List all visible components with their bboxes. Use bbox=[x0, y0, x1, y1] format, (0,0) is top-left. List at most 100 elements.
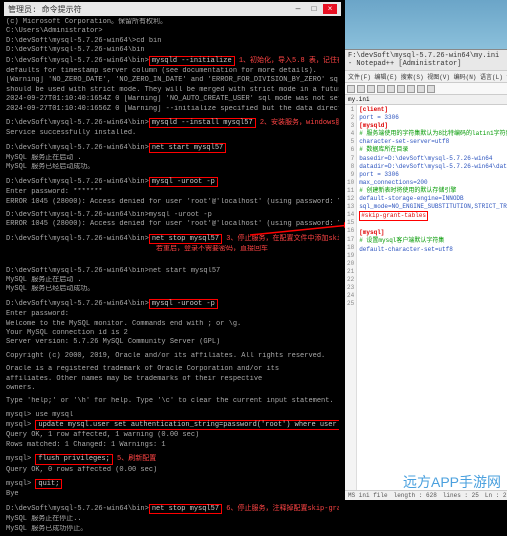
cmd-login2: mysql -uroot -p bbox=[149, 299, 218, 309]
terminal-content[interactable]: (c) Microsoft Corporation。保留所有权利。 C:\Use… bbox=[4, 16, 341, 536]
cmd-update-pwd: update mysql.user set authentication_str… bbox=[35, 420, 339, 430]
output-line: should be used with strict mode. They wi… bbox=[6, 86, 339, 94]
output-line: Query OK, 1 row affected, 1 warning (0.0… bbox=[6, 431, 339, 439]
cmd-row: D:\devSoft\mysql-5.7.26-win64\bin>net st… bbox=[6, 234, 339, 244]
code-line: sql_mode=NO_ENGINE_SUBSTITUTION,STRICT_T… bbox=[359, 203, 507, 211]
code-line: # 服务端使用的字符集默认为8比特编码的latin1字符集 bbox=[359, 130, 507, 138]
cmd-install: mysqld --install mysql57 bbox=[149, 118, 256, 128]
paste-icon[interactable] bbox=[407, 85, 415, 93]
status-filetype: MS ini file bbox=[348, 492, 388, 499]
output-line: D:\devSoft\mysql-5.7.26-win64\bin>net st… bbox=[6, 267, 339, 275]
watermark-text: 远方APP手游网 bbox=[403, 472, 501, 492]
output-line: MySQL 服务已经启动成功。 bbox=[6, 163, 339, 171]
window-controls: — □ × bbox=[291, 4, 337, 14]
output-line: defaults for timestamp server column (se… bbox=[6, 67, 339, 75]
output-line: 2024-09-27T01:10:40:1654Z 0 [Warning] 'N… bbox=[6, 95, 339, 103]
cmd-flush: flush privileges; bbox=[35, 454, 112, 464]
note-5: 5、刷新配置 bbox=[117, 455, 156, 463]
note-3: 3、停止服务，在配置文件中添加skip-grant-tables， bbox=[226, 235, 339, 243]
cmd-row: mysql> flush privileges; 5、刷新配置 bbox=[6, 454, 339, 464]
code-line: [client] bbox=[359, 106, 507, 114]
terminal-title-bar: 管理员: 命令提示符 — □ × bbox=[4, 2, 341, 16]
output-line: mysql> use mysql bbox=[6, 411, 339, 419]
save-all-icon[interactable] bbox=[377, 85, 385, 93]
open-file-icon[interactable] bbox=[357, 85, 365, 93]
output-line: owners. bbox=[6, 384, 339, 392]
close-button[interactable]: × bbox=[323, 4, 337, 14]
prompt-line: C:\Users\Administrator> bbox=[6, 27, 339, 35]
new-file-icon[interactable] bbox=[347, 85, 355, 93]
cmd-row: mysql> update mysql.user set authenticat… bbox=[6, 420, 339, 430]
output-line: Type 'help;' or '\h' for help. Type '\c'… bbox=[6, 397, 339, 405]
output-line: MySQL 服务已经启动成功。 bbox=[6, 285, 339, 293]
notepad-menu-bar[interactable]: 文件(F) 编辑(E) 搜索(S) 视图(V) 编码(N) 语言(L) 设置(T… bbox=[345, 71, 507, 83]
code-line: basedir=D:\devSoft\mysql-5.7.26-win64 bbox=[359, 155, 507, 163]
output-line: Rows matched: 1 Changed: 1 Warnings: 1 bbox=[6, 441, 339, 449]
output-line: ERROR 1045 (28000): Access denied for us… bbox=[6, 220, 339, 228]
cmd-row: D:\devSoft\mysql-5.7.26-win64\bin>mysqld… bbox=[6, 56, 339, 66]
output-line: Enter password: bbox=[6, 310, 339, 318]
code-line: default-character-set=utf8 bbox=[359, 246, 507, 254]
output-line: Welcome to the MySQL monitor. Commands e… bbox=[6, 320, 339, 328]
note-3b: 若重启，登录不需要密码，直接回车 bbox=[6, 245, 339, 253]
undo-icon[interactable] bbox=[417, 85, 425, 93]
cmd-login: mysql -uroot -p bbox=[149, 177, 218, 187]
save-icon[interactable] bbox=[367, 85, 375, 93]
notepad-tab[interactable]: my.ini bbox=[345, 95, 507, 105]
cmd-stop2: net stop mysql57 bbox=[149, 504, 222, 514]
code-line: # 创建新表时将使用的默认存储引擎 bbox=[359, 187, 507, 195]
output-line: Query OK, 0 rows affected (0.00 sec) bbox=[6, 466, 339, 474]
status-lines: lines : 25 bbox=[443, 492, 479, 499]
output-line: (c) Microsoft Corporation。保留所有权利。 bbox=[6, 18, 339, 26]
output-line: D:\devSoft\mysql-5.7.26-win64\>cd bin bbox=[6, 37, 339, 45]
copy-icon[interactable] bbox=[397, 85, 405, 93]
notepad-toolbar bbox=[345, 83, 507, 95]
output-line: Your MySQL connection id is 2 bbox=[6, 329, 339, 337]
output-line: Bye bbox=[6, 490, 339, 498]
cmd-row: D:\devSoft\mysql-5.7.26-win64\bin>net st… bbox=[6, 504, 339, 514]
skip-grant-tables-line: #skip-grant-tables bbox=[359, 211, 428, 221]
status-position: Ln : 21 Col : 1 Pos : 572 bbox=[485, 492, 507, 499]
note-6: 6、停止服务，注释掉配置skip-grant-tables bbox=[226, 505, 339, 513]
status-length: length : 628 bbox=[394, 492, 437, 499]
cut-icon[interactable] bbox=[387, 85, 395, 93]
note-2: 2、安装服务，windows服务中可以看到 bbox=[260, 119, 339, 127]
output-line: affiliates. Other names may be trademark… bbox=[6, 375, 339, 383]
output-line: Copyright (c) 2000, 2019, Oracle and/or … bbox=[6, 352, 339, 360]
code-line: # 设置mysql客户端默认字符集 bbox=[359, 237, 507, 245]
cmd-start: net start mysql57 bbox=[149, 143, 226, 153]
redo-icon[interactable] bbox=[427, 85, 435, 93]
code-line-highlighted: #skip-grant-tables bbox=[359, 211, 507, 221]
cmd-row: mysql> quit; bbox=[6, 479, 339, 489]
code-line: default-storage-engine=INNODB bbox=[359, 195, 507, 203]
desktop-wallpaper bbox=[345, 0, 507, 50]
output-line: [Warning] 'NO_ZERO_DATE', 'NO_ZERO_IN_DA… bbox=[6, 76, 339, 84]
code-line: port = 3306 bbox=[359, 114, 507, 122]
cmd-row: D:\devSoft\mysql-5.7.26-win64\bin>net st… bbox=[6, 143, 339, 153]
output-line: Enter password: ******* bbox=[6, 188, 339, 196]
output-line: MySQL 服务正在启动 . bbox=[6, 276, 339, 284]
minimize-button[interactable]: — bbox=[291, 4, 305, 14]
output-line: D:\devSoft\mysql-5.7.26-win64\bin>mysql … bbox=[6, 211, 339, 219]
window-title: 管理员: 命令提示符 bbox=[8, 4, 82, 15]
maximize-button[interactable]: □ bbox=[307, 4, 321, 14]
notepad-title: F:\devSoft\mysql-5.7.26-win64\my.ini - N… bbox=[348, 52, 499, 68]
output-line: MySQL 服务正在启动 . bbox=[6, 154, 339, 162]
output-line: ERROR 1045 (28000): Access denied for us… bbox=[6, 198, 339, 206]
cmd-stop: net stop mysql57 bbox=[149, 234, 222, 244]
note-1: 1、初始化，导入5.8 表，记住在右下方红色框中 bbox=[239, 57, 339, 65]
cmd-row: D:\devSoft\mysql-5.7.26-win64\bin>mysql … bbox=[6, 177, 339, 187]
terminal-window: 管理员: 命令提示符 — □ × (c) Microsoft Corporati… bbox=[0, 0, 345, 500]
code-line: port = 3306 bbox=[359, 171, 507, 179]
code-content[interactable]: [client] port = 3306 [mysqld] # 服务端使用的字符… bbox=[357, 105, 507, 490]
editor-area[interactable]: 1234567891011121314151617181920212223242… bbox=[345, 105, 507, 490]
output-line: D:\devSoft\mysql-5.7.26-win64\bin bbox=[6, 46, 339, 54]
output-line: 2024-09-27T01:10:40:1656Z 0 [Warning] --… bbox=[6, 105, 339, 113]
cmd-row: D:\devSoft\mysql-5.7.26-win64\bin>mysqld… bbox=[6, 118, 339, 128]
output-line: Oracle is a registered trademark of Orac… bbox=[6, 365, 339, 373]
cmd-row: D:\devSoft\mysql-5.7.26-win64\bin>mysql … bbox=[6, 299, 339, 309]
code-line: datadir=D:\devSoft\mysql-5.7.26-win64\da… bbox=[359, 163, 507, 171]
cmd-initialize: mysqld --initialize bbox=[149, 56, 235, 66]
cmd-quit: quit; bbox=[35, 479, 62, 489]
right-panel: F:\devSoft\mysql-5.7.26-win64\my.ini - N… bbox=[345, 0, 507, 500]
